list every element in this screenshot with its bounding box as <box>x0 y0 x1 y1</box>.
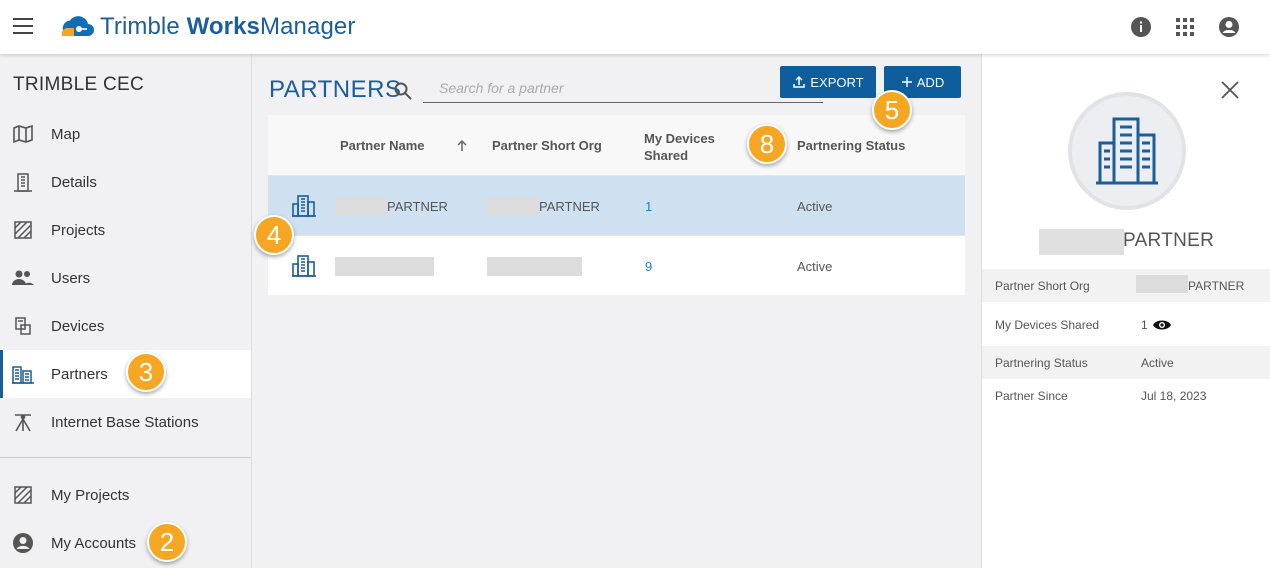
export-button[interactable]: EXPORT <box>780 66 876 98</box>
users-icon <box>11 266 35 290</box>
page-title: PARTNERS <box>269 76 402 103</box>
top-app-bar: Trimble WorksManager <box>0 0 1270 54</box>
devices-shared-link[interactable]: 9 <box>645 259 652 274</box>
building-icon <box>292 195 316 217</box>
detail-row-devices-shared: My Devices Shared 1 <box>982 308 1270 341</box>
upload-icon <box>793 75 806 88</box>
redacted-text <box>1136 275 1188 293</box>
search-input[interactable] <box>423 74 823 103</box>
sidebar-item-projects[interactable]: Projects <box>0 206 251 254</box>
callout-badge: 3 <box>126 352 166 392</box>
short-org-cell: PARTNER <box>539 199 600 214</box>
account-icon[interactable] <box>1216 15 1242 39</box>
sidebar-item-devices[interactable]: Devices <box>0 302 251 350</box>
partner-name-cell: PARTNER <box>387 199 448 214</box>
building-icon <box>11 170 35 194</box>
info-icon[interactable] <box>1128 15 1154 39</box>
redacted-text <box>487 197 539 215</box>
sort-ascending-icon[interactable] <box>455 139 469 153</box>
partners-icon <box>11 362 35 386</box>
apps-grid-icon[interactable] <box>1172 15 1198 39</box>
detail-row-short-org: Partner Short Org PARTNER <box>982 269 1270 302</box>
redacted-text <box>487 257 582 276</box>
devices-icon <box>11 314 35 338</box>
table-row[interactable]: PARTNER PARTNER 1 Active <box>268 175 965 235</box>
partner-avatar <box>1068 92 1186 210</box>
callout-badge: 8 <box>747 124 787 164</box>
sidebar: TRIMBLE CEC Map Details Projects Users D… <box>0 54 252 568</box>
redacted-text <box>335 257 434 276</box>
partners-table: Partner Name Partner Short Org My Device… <box>268 115 965 295</box>
plus-icon <box>901 77 912 87</box>
callout-badge: 5 <box>872 90 912 130</box>
building-icon <box>1096 117 1158 185</box>
table-header: Partner Name Partner Short Org My Device… <box>268 115 965 175</box>
building-icon <box>292 255 316 277</box>
main-content: PARTNERS EXPORT ADD Partner Name Partner… <box>252 54 981 568</box>
redacted-text <box>335 197 387 215</box>
sidebar-divider <box>0 457 251 458</box>
detail-row-status: Partnering Status Active <box>982 346 1270 379</box>
search-icon[interactable] <box>393 81 413 101</box>
account-circle-icon <box>11 531 35 555</box>
col-my-devices-shared[interactable]: My Devices Shared <box>644 130 724 164</box>
partner-name: PARTNER <box>1123 230 1215 251</box>
status-cell: Active <box>797 199 833 214</box>
trimble-logo-icon <box>61 16 94 36</box>
callout-badge: 2 <box>147 522 187 562</box>
table-row[interactable]: 9 Active <box>268 235 965 295</box>
eye-icon[interactable] <box>1152 318 1172 332</box>
sidebar-item-details[interactable]: Details <box>0 158 251 206</box>
tripod-icon <box>11 410 35 434</box>
sidebar-item-map[interactable]: Map <box>0 110 251 158</box>
sidebar-item-my-accounts[interactable]: My Accounts <box>0 519 251 567</box>
callout-badge: 4 <box>254 215 294 255</box>
menu-icon[interactable] <box>13 18 33 34</box>
projects-icon <box>11 218 35 242</box>
partner-detail-panel: PARTNER Partner Short Org PARTNER My Dev… <box>981 54 1270 568</box>
status-cell: Active <box>797 259 833 274</box>
redacted-text <box>1039 229 1124 255</box>
close-icon[interactable] <box>1218 78 1242 102</box>
col-partner-short-org[interactable]: Partner Short Org <box>492 138 602 153</box>
org-name: TRIMBLE CEC <box>13 74 145 95</box>
detail-row-partner-since: Partner Since Jul 18, 2023 <box>995 389 1207 403</box>
projects-icon <box>11 483 35 507</box>
col-partner-name[interactable]: Partner Name <box>340 138 425 153</box>
sidebar-item-internet-base-stations[interactable]: Internet Base Stations <box>0 398 251 446</box>
map-icon <box>11 122 35 146</box>
sidebar-item-my-projects[interactable]: My Projects <box>0 471 251 519</box>
app-title: Trimble WorksManager <box>100 13 356 40</box>
sidebar-item-users[interactable]: Users <box>0 254 251 302</box>
col-partnering-status[interactable]: Partnering Status <box>797 138 905 153</box>
devices-shared-link[interactable]: 1 <box>645 199 652 214</box>
